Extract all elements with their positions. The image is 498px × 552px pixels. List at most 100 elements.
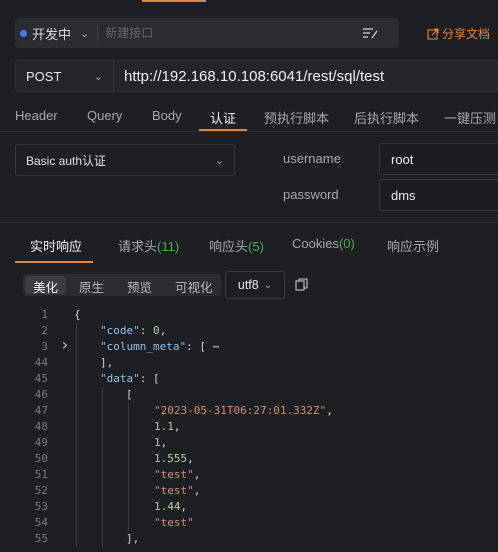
tab-query[interactable]: Query bbox=[87, 108, 122, 123]
code-text: ], bbox=[126, 532, 140, 545]
tab-header[interactable]: Header bbox=[15, 108, 58, 123]
code-text: [ bbox=[126, 388, 133, 401]
request-tabs: Header Query Body 认证 预执行脚本 后执行脚本 一键压测 bbox=[0, 101, 498, 131]
method-label: POST bbox=[26, 68, 62, 84]
line-number: 47 bbox=[34, 404, 48, 417]
fold-arrow-icon[interactable]: › bbox=[60, 337, 70, 353]
code-text: "code": 0, bbox=[100, 324, 167, 337]
code-line: 50 1.555, bbox=[0, 451, 498, 467]
indent-guide bbox=[76, 323, 77, 547]
code-text: "test", bbox=[154, 484, 201, 497]
view-visualize-button[interactable]: 可视化 bbox=[167, 276, 221, 295]
line-number: 1 bbox=[41, 308, 48, 321]
line-number: 48 bbox=[34, 420, 48, 433]
username-field[interactable] bbox=[379, 143, 498, 175]
username-label: username bbox=[283, 151, 341, 166]
line-number: 54 bbox=[34, 516, 48, 529]
view-mode-group: 美化 原生 预览 可视化 bbox=[23, 274, 221, 296]
env-bar: 开发中 ⌄ bbox=[15, 18, 399, 48]
indent-guide bbox=[128, 403, 129, 531]
copy-icon[interactable] bbox=[295, 278, 308, 291]
code-line: 1{ bbox=[0, 307, 498, 323]
count-badge: (0) bbox=[338, 236, 355, 251]
line-number: 55 bbox=[34, 532, 48, 545]
code-text: 1.44, bbox=[154, 500, 188, 513]
chevron-down-icon: ⌄ bbox=[214, 154, 224, 167]
tab-pre-script[interactable]: 预执行脚本 bbox=[264, 108, 329, 127]
code-text: "test" bbox=[154, 516, 194, 529]
code-line: 45 "data": [ bbox=[0, 371, 498, 387]
count-badge: (5) bbox=[248, 239, 264, 254]
tab-cookies[interactable]: Cookies(0) bbox=[292, 236, 355, 251]
chevron-down-icon: ⌄ bbox=[93, 70, 103, 83]
tab-auth[interactable]: 认证 bbox=[210, 108, 236, 127]
encoding-label: utf8 bbox=[237, 278, 259, 292]
code-text: 1.1, bbox=[154, 420, 181, 433]
code-text: "test", bbox=[154, 468, 201, 481]
share-doc-label: 分享文档 bbox=[442, 27, 491, 41]
code-text: 1, bbox=[154, 436, 168, 449]
tab-stress-test[interactable]: 一键压测 bbox=[444, 108, 496, 127]
code-text: ], bbox=[100, 356, 114, 369]
auth-type-label: Basic auth认证 bbox=[26, 153, 107, 168]
auth-type-select[interactable]: Basic auth认证 ⌄ bbox=[15, 144, 235, 176]
tab-request-headers-label: 请求头 bbox=[118, 239, 158, 254]
view-raw-button[interactable]: 原生 bbox=[71, 276, 112, 295]
tab-body[interactable]: Body bbox=[152, 108, 182, 123]
view-preview-button[interactable]: 预览 bbox=[119, 276, 160, 295]
chevron-down-icon: ⌄ bbox=[263, 279, 273, 291]
code-text: "column_meta": [ ⋯ bbox=[100, 340, 220, 353]
top-active-indicator bbox=[142, 0, 206, 2]
code-line: 52 "test", bbox=[0, 483, 498, 499]
tab-post-script[interactable]: 后执行脚本 bbox=[354, 108, 419, 127]
encoding-select[interactable]: utf8 ⌄ bbox=[225, 271, 285, 299]
line-number: 50 bbox=[34, 452, 48, 465]
share-icon bbox=[427, 27, 439, 40]
url-input[interactable]: http://192.168.10.108:6041/rest/sql/test bbox=[124, 68, 384, 85]
line-number: 44 bbox=[34, 356, 48, 369]
tab-response-headers[interactable]: 响应头(5) bbox=[209, 236, 264, 255]
indent-guide bbox=[102, 387, 103, 547]
password-label: password bbox=[283, 187, 339, 202]
code-line: 2 "code": 0, bbox=[0, 323, 498, 339]
tab-active-underline bbox=[15, 261, 93, 263]
code-line: 55], bbox=[0, 531, 498, 547]
code-text: "2023-05-31T06:27:01.332Z", bbox=[154, 404, 333, 417]
divider bbox=[0, 222, 498, 223]
chevron-down-icon[interactable]: ⌄ bbox=[80, 27, 89, 40]
code-line: 51 "test", bbox=[0, 467, 498, 483]
share-doc-button[interactable]: 分享文档 bbox=[427, 25, 490, 42]
line-number: 2 bbox=[41, 324, 48, 337]
tab-cookies-label: Cookies bbox=[292, 236, 339, 251]
code-line: 48 1.1, bbox=[0, 419, 498, 435]
code-line: 54 "test" bbox=[0, 515, 498, 531]
code-line: 44], bbox=[0, 355, 498, 371]
line-number: 46 bbox=[34, 388, 48, 401]
code-text: { bbox=[74, 308, 81, 321]
line-number: 51 bbox=[34, 468, 48, 481]
tab-realtime-response[interactable]: 实时响应 bbox=[30, 236, 82, 255]
method-select[interactable]: POST ⌄ bbox=[16, 61, 114, 91]
code-line: 53 1.44, bbox=[0, 499, 498, 515]
line-number: 45 bbox=[34, 372, 48, 385]
line-number: 52 bbox=[34, 484, 48, 497]
env-status-dot bbox=[20, 29, 27, 37]
divider bbox=[97, 25, 99, 41]
api-name-input[interactable] bbox=[105, 26, 351, 40]
line-number: 49 bbox=[34, 436, 48, 449]
count-badge: (11) bbox=[157, 239, 180, 254]
view-beautify-button[interactable]: 美化 bbox=[25, 276, 67, 295]
password-field[interactable] bbox=[379, 179, 498, 211]
code-line: 3 › "column_meta": [ ⋯ bbox=[0, 337, 498, 355]
divider bbox=[0, 131, 498, 132]
code-line: 47 "2023-05-31T06:27:01.332Z", bbox=[0, 403, 498, 419]
env-select[interactable]: 开发中 bbox=[32, 24, 71, 43]
format-icon[interactable] bbox=[362, 26, 378, 40]
tab-response-example[interactable]: 响应示例 bbox=[387, 236, 439, 255]
line-number: 3 bbox=[41, 340, 48, 353]
request-url-bar: POST ⌄ http://192.168.10.108:6041/rest/s… bbox=[15, 60, 498, 92]
tab-response-headers-label: 响应头 bbox=[209, 239, 249, 254]
tab-request-headers[interactable]: 请求头(11) bbox=[118, 236, 179, 255]
code-text: "data": [ bbox=[100, 372, 160, 385]
code-line: 49 1, bbox=[0, 435, 498, 451]
